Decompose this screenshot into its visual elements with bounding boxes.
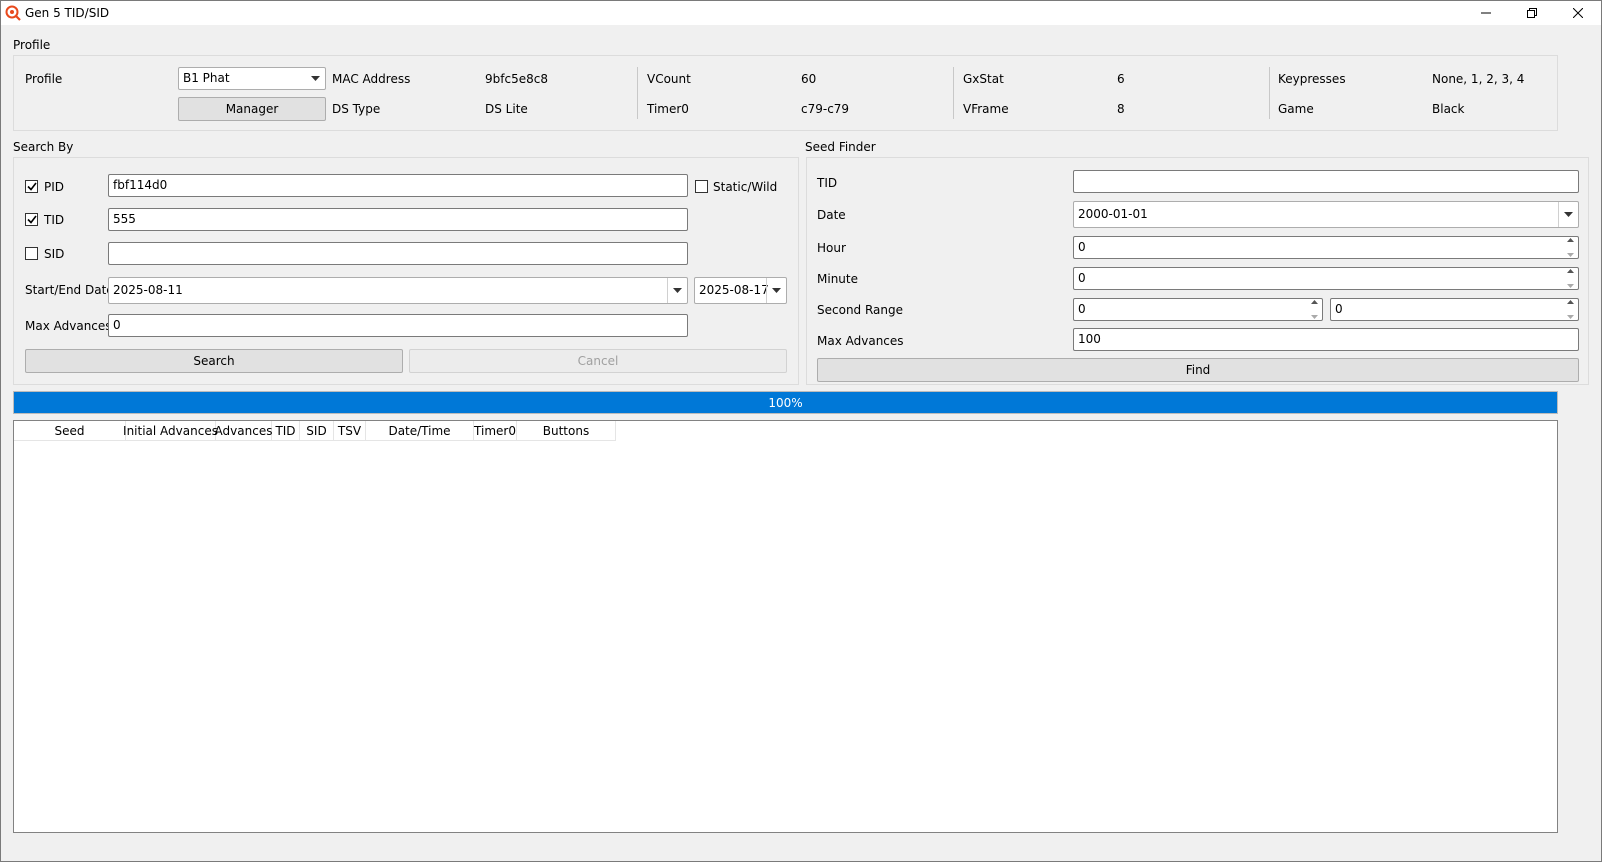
progress-bar: 100% [13,391,1558,414]
vcount-value: 60 [801,72,817,86]
close-button[interactable] [1555,1,1601,25]
pid-label: PID [44,180,65,194]
profile-divider [637,67,638,119]
gxstat-label: GxStat [963,72,1004,86]
column-header[interactable]: Advances [215,421,272,441]
hour-spinbox[interactable]: 0 [1073,236,1579,259]
profile-label: Profile [25,72,63,86]
chevron-down-icon [766,278,786,303]
restore-button[interactable] [1509,1,1555,25]
ds-type-label: DS Type [332,102,381,116]
column-header[interactable]: Timer0 [474,421,517,441]
profile-select-value: B1 Phat [183,71,230,85]
chevron-down-icon [305,68,325,89]
second-max-spinbox[interactable]: 0 [1330,298,1579,321]
spin-arrows-icon[interactable] [1564,269,1577,288]
profile-divider [953,67,954,119]
title-bar: Gen 5 TID/SID [1,1,1601,25]
window-title: Gen 5 TID/SID [25,6,110,20]
gxstat-value: 6 [1117,72,1125,86]
mac-address-label: MAC Address [332,72,411,86]
minute-spinbox[interactable]: 0 [1073,267,1579,290]
start-end-date-label: Start/End Date [25,283,114,297]
tid-label: TID [44,213,65,227]
column-header[interactable]: SID [300,421,334,441]
results-table[interactable]: Seed Initial Advances Advances TID SID TSV Dat… [13,420,1558,833]
minimize-button[interactable] [1463,1,1509,25]
end-date-value: 2025-08-17 [699,283,769,297]
second-min-spinbox[interactable]: 0 [1073,298,1323,321]
pid-input[interactable]: fbf114d0 [108,174,688,197]
spin-arrows-icon[interactable] [1308,300,1321,319]
column-header[interactable]: Initial Advances [123,421,218,441]
search-button[interactable]: Search [25,349,403,373]
seed-finder-tid-input[interactable] [1073,170,1579,193]
second-max-value: 0 [1335,302,1343,316]
max-advances-label: Max Advances [25,319,112,333]
end-date-select[interactable]: 2025-08-17 [694,277,787,304]
timer0-label: Timer0 [647,102,689,116]
sid-label: SID [44,247,65,261]
profile-group-title: Profile [13,38,51,52]
keypresses-label: Keypresses [1278,72,1346,86]
ds-type-value: DS Lite [485,102,528,116]
vframe-label: VFrame [963,102,1009,116]
manager-button[interactable]: Manager [178,97,326,121]
hour-label: Hour [817,241,846,255]
minute-value: 0 [1078,271,1086,285]
start-date-value: 2025-08-11 [113,283,183,297]
static-wild-checkbox[interactable] [695,180,708,193]
minimize-icon [1481,12,1491,14]
column-header[interactable]: TSV [334,421,366,441]
spin-arrows-icon[interactable] [1564,238,1577,257]
mac-address-value: 9bfc5e8c8 [485,72,548,86]
app-icon [5,5,21,21]
static-wild-label: Static/Wild [713,180,778,194]
column-header[interactable]: Seed [14,421,126,441]
hour-value: 0 [1078,240,1086,254]
column-header[interactable]: Date/Time [366,421,474,441]
spin-arrows-icon[interactable] [1564,300,1577,319]
checkmark-icon [26,182,37,191]
seed-finder-date-label: Date [817,208,846,222]
second-min-value: 0 [1078,302,1086,316]
game-label: Game [1278,102,1314,116]
pid-checkbox[interactable] [25,180,38,193]
sid-input[interactable] [108,242,688,265]
column-header[interactable]: Buttons [517,421,616,441]
cancel-button[interactable]: Cancel [409,349,787,373]
sid-checkbox[interactable] [25,247,38,260]
seed-finder-tid-label: TID [817,176,838,190]
find-button[interactable]: Find [817,358,1579,382]
checkmark-icon [26,215,37,224]
timer0-value: c79-c79 [801,102,850,116]
close-icon [1573,8,1583,18]
tid-checkbox[interactable] [25,213,38,226]
column-header[interactable]: TID [272,421,300,441]
second-range-label: Second Range [817,303,904,317]
seed-finder-max-advances-input[interactable]: 100 [1073,328,1579,351]
minute-label: Minute [817,272,858,286]
seed-finder-max-advances-label: Max Advances [817,334,904,348]
seed-finder-date-value: 2000-01-01 [1078,207,1148,221]
search-by-group-title: Search By [13,140,74,154]
vcount-label: VCount [647,72,691,86]
progress-text: 100% [768,395,803,410]
keypresses-value: None, 1, 2, 3, 4 [1432,72,1525,86]
restore-icon [1527,8,1537,18]
max-advances-input[interactable]: 0 [108,314,688,337]
seed-finder-group-title: Seed Finder [805,140,876,154]
profile-divider [1269,67,1270,119]
game-value: Black [1432,102,1465,116]
profile-select[interactable]: B1 Phat [178,67,326,90]
start-date-select[interactable]: 2025-08-11 [108,277,688,304]
tid-input[interactable]: 555 [108,208,688,231]
vframe-value: 8 [1117,102,1125,116]
seed-finder-date-select[interactable]: 2000-01-01 [1073,201,1579,228]
app-window: Gen 5 TID/SID Profile Profile B1 Phat Ma… [0,0,1602,862]
chevron-down-icon [1558,202,1578,227]
chevron-down-icon [667,278,687,303]
table-header: Seed Initial Advances Advances TID SID TSV Dat… [14,421,616,441]
